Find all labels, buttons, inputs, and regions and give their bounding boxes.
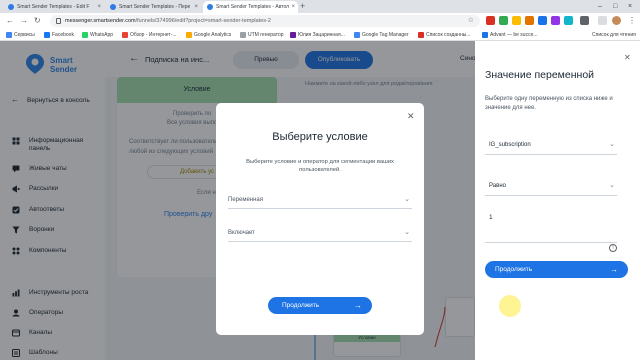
facebook-icon bbox=[44, 32, 50, 38]
tab-title: Smart Sender Templates - Автол bbox=[216, 4, 290, 10]
bookmark-favicon-icon bbox=[418, 32, 424, 38]
close-icon[interactable]: ✕ bbox=[624, 53, 631, 62]
new-tab-button[interactable]: + bbox=[300, 0, 305, 13]
bookmark-item[interactable]: Список созданны... bbox=[418, 29, 470, 41]
bookmark-favicon-icon bbox=[482, 32, 488, 38]
variable-select[interactable]: Переменная ⌄ bbox=[228, 195, 412, 209]
bookmark-favicon-icon bbox=[290, 32, 296, 38]
browser-tab-2[interactable]: Smart Sender Templates - Пере × bbox=[106, 1, 201, 13]
operator-select[interactable]: Включает ⌄ bbox=[228, 228, 412, 242]
continue-button[interactable]: Продолжить → bbox=[268, 297, 372, 314]
input-value: 1 bbox=[489, 214, 493, 221]
chevron-down-icon: ⌄ bbox=[404, 196, 410, 203]
bookmark-item[interactable]: Google Analytics bbox=[186, 29, 231, 41]
analytics-icon bbox=[186, 32, 192, 38]
modal-title: Выберите условие bbox=[272, 131, 368, 143]
extension-icon[interactable] bbox=[538, 16, 547, 25]
url-field[interactable]: messenger.smartsender.com/funnels/374996… bbox=[50, 15, 480, 27]
tab-close-icon[interactable]: × bbox=[194, 1, 198, 13]
extension-icon[interactable] bbox=[486, 16, 495, 25]
whatsapp-icon bbox=[82, 32, 88, 38]
select-value: IG_subscription bbox=[489, 142, 531, 148]
arrow-right-icon: → bbox=[610, 265, 618, 274]
info-icon[interactable]: ! bbox=[609, 244, 617, 252]
bookmark-item[interactable]: UTM генератор bbox=[240, 29, 284, 41]
tab-close-icon[interactable]: × bbox=[291, 1, 295, 13]
bookmark-favicon-icon bbox=[122, 32, 128, 38]
address-bar-row: ← → ↻ messenger.smartsender.com/funnels/… bbox=[0, 13, 640, 29]
bookmarks-bar: Сервисы Facebook WhatsApp Обзор - Интерн… bbox=[0, 29, 640, 41]
maximize-icon[interactable]: □ bbox=[613, 0, 617, 13]
cursor-highlight bbox=[499, 295, 521, 317]
browser-menu-icon[interactable]: ⋮ bbox=[628, 15, 636, 27]
bookmark-favicon-icon bbox=[240, 32, 246, 38]
variable-select[interactable]: IG_subscription ⌄ bbox=[485, 141, 617, 155]
chevron-down-icon: ⌄ bbox=[404, 229, 410, 236]
reading-list-icon[interactable] bbox=[598, 16, 607, 25]
choose-condition-modal: ✕ Выберите условие Выберите условие и оп… bbox=[216, 103, 424, 335]
reload-icon[interactable]: ↻ bbox=[34, 15, 41, 27]
reading-list-link[interactable]: Список для чтения bbox=[592, 29, 636, 41]
extension-icon[interactable] bbox=[499, 16, 508, 25]
modal-description: Выберите условие и оператор для сегмента… bbox=[246, 159, 394, 173]
minimize-icon[interactable]: – bbox=[598, 0, 602, 13]
tab-favicon-icon bbox=[207, 4, 213, 10]
panel-description: Выберите одну переменную из списка ниже … bbox=[485, 96, 613, 111]
tab-favicon-icon bbox=[110, 4, 116, 10]
value-input[interactable]: 1 bbox=[485, 213, 617, 243]
app-root: Smart Sender ← Вернуться в консоль Информа… bbox=[0, 41, 640, 360]
extension-icon[interactable] bbox=[525, 16, 534, 25]
browser-tab-3[interactable]: Smart Sender Templates - Автол × bbox=[203, 1, 298, 13]
browser-tab-bar: Smart Sender Templates - Edit F × Smart … bbox=[0, 0, 640, 13]
tag-manager-icon bbox=[354, 32, 360, 38]
bookmark-item[interactable]: Advant — be succe... bbox=[482, 29, 538, 41]
bookmark-item[interactable]: Обзор - Интернет-... bbox=[122, 29, 177, 41]
bookmark-item[interactable]: Facebook bbox=[44, 29, 74, 41]
profile-avatar[interactable] bbox=[612, 16, 621, 25]
tab-title: Smart Sender Templates - Пере bbox=[119, 4, 191, 10]
apps-grid-icon bbox=[6, 32, 12, 38]
select-value: Равно bbox=[489, 183, 506, 189]
tab-favicon-icon bbox=[8, 4, 14, 10]
close-icon[interactable]: ✕ bbox=[407, 111, 415, 122]
chevron-down-icon: ⌄ bbox=[609, 141, 615, 148]
variable-value-panel: ✕ Значение переменной Выберите одну пере… bbox=[475, 41, 640, 360]
extensions-puzzle-icon[interactable] bbox=[580, 16, 589, 25]
arrow-right-icon: → bbox=[354, 301, 362, 310]
extension-icon[interactable] bbox=[512, 16, 521, 25]
bookmark-item[interactable]: WhatsApp bbox=[82, 29, 113, 41]
select-placeholder: Переменная bbox=[228, 197, 263, 203]
bookmark-star-icon[interactable]: ☆ bbox=[468, 15, 474, 27]
operator-select[interactable]: Равно ⌄ bbox=[485, 182, 617, 196]
browser-tab-1[interactable]: Smart Sender Templates - Edit F × bbox=[4, 1, 104, 13]
back-nav-icon[interactable]: ← bbox=[6, 15, 14, 27]
chevron-down-icon: ⌄ bbox=[609, 182, 615, 189]
bookmark-item[interactable]: Сервисы bbox=[6, 29, 35, 41]
extension-icon[interactable] bbox=[551, 16, 560, 25]
tab-close-icon[interactable]: × bbox=[97, 1, 101, 13]
url-text: messenger.smartsender.com/funnels/374996… bbox=[65, 18, 271, 24]
bookmark-item[interactable]: Юлия Зацаринная... bbox=[290, 29, 345, 41]
forward-nav-icon[interactable]: → bbox=[20, 15, 28, 27]
continue-button[interactable]: Продолжить → bbox=[485, 261, 628, 278]
tab-title: Smart Sender Templates - Edit F bbox=[17, 4, 90, 10]
select-placeholder: Включает bbox=[228, 230, 255, 236]
panel-title: Значение переменной bbox=[485, 69, 595, 81]
window-close-icon[interactable]: × bbox=[628, 0, 632, 13]
extension-icon[interactable] bbox=[564, 16, 573, 25]
lock-icon bbox=[56, 18, 61, 24]
bookmark-item[interactable]: Google Tag Manager bbox=[354, 29, 409, 41]
